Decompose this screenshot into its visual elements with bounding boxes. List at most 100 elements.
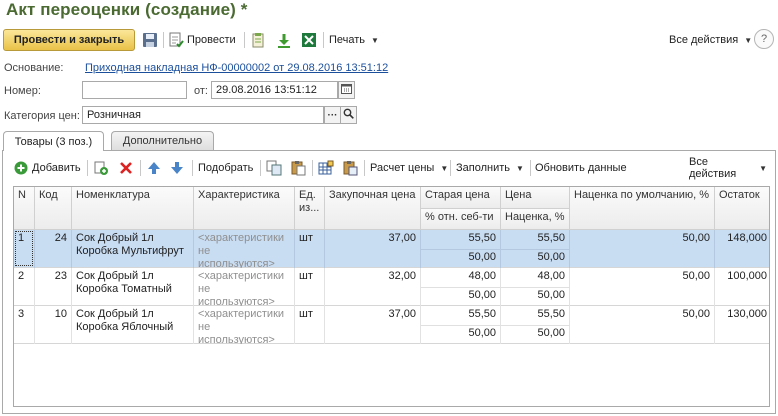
post-document-icon xyxy=(168,32,184,48)
report-button[interactable] xyxy=(250,29,266,51)
structure-report-icon xyxy=(250,32,266,48)
move-up-button[interactable] xyxy=(146,159,162,177)
pick-button[interactable]: Подобрать xyxy=(198,159,253,177)
separator xyxy=(140,160,141,176)
header-old-price-pct[interactable]: % отн. себ-ти xyxy=(421,209,501,230)
table-row[interactable]: 1 24 Сок Добрый 1л Коробка Мультифрут <х… xyxy=(14,230,769,268)
cell-old-price: 55,50 xyxy=(421,230,501,249)
basis-link[interactable]: Приходная накладная НФ-00000002 от 29.08… xyxy=(85,62,388,74)
post-button-label: Провести xyxy=(187,34,236,46)
fill-button[interactable]: Заполнить ▼ xyxy=(456,159,524,177)
all-actions-button[interactable]: Все действия ▼ xyxy=(669,29,752,51)
header-nomenclature[interactable]: Номенклатура xyxy=(72,187,194,230)
tab-additional[interactable]: Дополнительно xyxy=(111,131,214,150)
delete-button[interactable] xyxy=(118,159,134,177)
post-and-close-button[interactable]: Провести и закрыть xyxy=(3,29,135,51)
characteristic-line2: не используются> xyxy=(198,245,275,268)
post-button[interactable]: Провести xyxy=(168,29,236,51)
characteristic-line2: не используются> xyxy=(198,283,275,306)
excel-export-button[interactable] xyxy=(301,29,317,51)
header-price[interactable]: Цена xyxy=(501,187,570,209)
price-category-input[interactable]: Розничная xyxy=(82,106,324,124)
header-code[interactable]: Код xyxy=(35,187,72,230)
chevron-down-icon: ▼ xyxy=(371,35,379,45)
cell-code: 23 xyxy=(35,268,72,306)
cell-characteristic: <характеристики не используются> xyxy=(194,268,295,306)
cell-n: 2 xyxy=(14,268,35,306)
nomenclature-line1: Сок Добрый 1л xyxy=(76,232,154,244)
table-toolbar: Добавить Подобрать Расчет цены ▼ Заполни… xyxy=(11,156,767,180)
chevron-down-icon: ▼ xyxy=(516,163,524,173)
cell-n: 1 xyxy=(14,230,35,268)
goods-table[interactable]: N Код Номенклатура Характеристика Ед. из… xyxy=(13,186,770,407)
print-button[interactable]: Печать ▼ xyxy=(329,29,379,51)
paste-special-button[interactable] xyxy=(342,159,358,177)
number-input[interactable] xyxy=(82,81,187,99)
header-stock[interactable]: Остаток xyxy=(715,187,769,230)
copy-icon xyxy=(266,160,282,176)
header-default-markup[interactable]: Наценка по умолчанию, % xyxy=(570,187,715,230)
separator xyxy=(450,160,451,176)
date-input[interactable]: 29.08.2016 13:51:12 xyxy=(211,81,338,99)
table-row[interactable]: 3 10 Сок Добрый 1л Коробка Яблочный <хар… xyxy=(14,306,769,344)
paste-button[interactable] xyxy=(290,159,306,177)
cell-default-markup: 50,00 xyxy=(570,230,715,268)
characteristic-line1: <характеристики xyxy=(198,308,285,320)
tab-goods[interactable]: Товары (3 поз.) xyxy=(3,131,104,151)
cell-old-price: 48,00 xyxy=(421,268,501,287)
open-button[interactable] xyxy=(340,106,357,124)
clipboard-icon xyxy=(342,160,358,176)
nomenclature-line2: Коробка Яблочный xyxy=(76,321,174,333)
cell-code: 24 xyxy=(35,230,72,268)
header-old-price[interactable]: Старая цена xyxy=(421,187,501,209)
separator xyxy=(163,32,164,48)
calendar-button[interactable] xyxy=(338,81,355,99)
row-subdivider xyxy=(421,249,570,250)
cell-n: 3 xyxy=(14,306,35,344)
price-category-label: Категория цен: xyxy=(4,110,80,122)
cell-purchase-price: 32,00 xyxy=(325,268,421,306)
header-characteristic[interactable]: Характеристика xyxy=(194,187,295,230)
cell-stock: 148,000 xyxy=(727,232,767,244)
header-n[interactable]: N xyxy=(14,187,35,230)
copy-row-button[interactable] xyxy=(93,159,109,177)
table-settings-button[interactable] xyxy=(318,159,334,177)
table-row[interactable]: 2 23 Сок Добрый 1л Коробка Томатный <хар… xyxy=(14,268,769,306)
table-grid-icon xyxy=(318,160,334,176)
download-button[interactable] xyxy=(276,29,292,51)
row-subdivider xyxy=(421,325,570,326)
cell-purchase-price: 37,00 xyxy=(325,230,421,268)
cell-nomenclature: Сок Добрый 1л Коробка Яблочный xyxy=(72,306,194,344)
help-button[interactable]: ? xyxy=(754,29,774,49)
select-button[interactable]: ··· xyxy=(324,106,341,124)
update-data-button[interactable]: Обновить данные xyxy=(535,159,627,177)
chevron-down-icon: ▼ xyxy=(759,163,767,173)
excel-icon xyxy=(301,32,317,48)
separator xyxy=(364,160,365,176)
add-button[interactable]: Добавить xyxy=(13,159,81,177)
all-actions-label: Все действия xyxy=(669,34,739,46)
calendar-icon xyxy=(341,83,352,97)
header-unit[interactable]: Ед. из... xyxy=(295,187,325,230)
page-title: Акт переоценки (создание) * xyxy=(6,0,248,19)
copy-add-icon xyxy=(93,160,109,176)
characteristic-line2: не используются> xyxy=(198,321,275,344)
goods-panel: Добавить Подобрать Расчет цены ▼ Заполни… xyxy=(2,150,776,414)
separator xyxy=(260,160,261,176)
price-calc-button[interactable]: Расчет цены ▼ xyxy=(370,159,448,177)
cell-price: 55,50 xyxy=(501,230,570,249)
arrow-down-icon xyxy=(169,160,185,176)
table-all-actions-button[interactable]: Все действия ▼ xyxy=(689,156,767,180)
cell-old-price: 55,50 xyxy=(421,306,501,325)
copy-button[interactable] xyxy=(266,159,282,177)
download-arrow-icon xyxy=(276,32,292,48)
ellipsis-icon: ··· xyxy=(327,109,338,121)
separator xyxy=(530,160,531,176)
save-button[interactable] xyxy=(142,29,158,51)
cell-default-markup: 50,00 xyxy=(570,268,715,306)
nomenclature-line2: Коробка Томатный xyxy=(76,283,172,295)
move-down-button[interactable] xyxy=(169,159,185,177)
separator xyxy=(323,32,324,48)
header-markup[interactable]: Наценка, % xyxy=(501,209,570,230)
header-purchase-price[interactable]: Закупочная цена xyxy=(325,187,421,230)
